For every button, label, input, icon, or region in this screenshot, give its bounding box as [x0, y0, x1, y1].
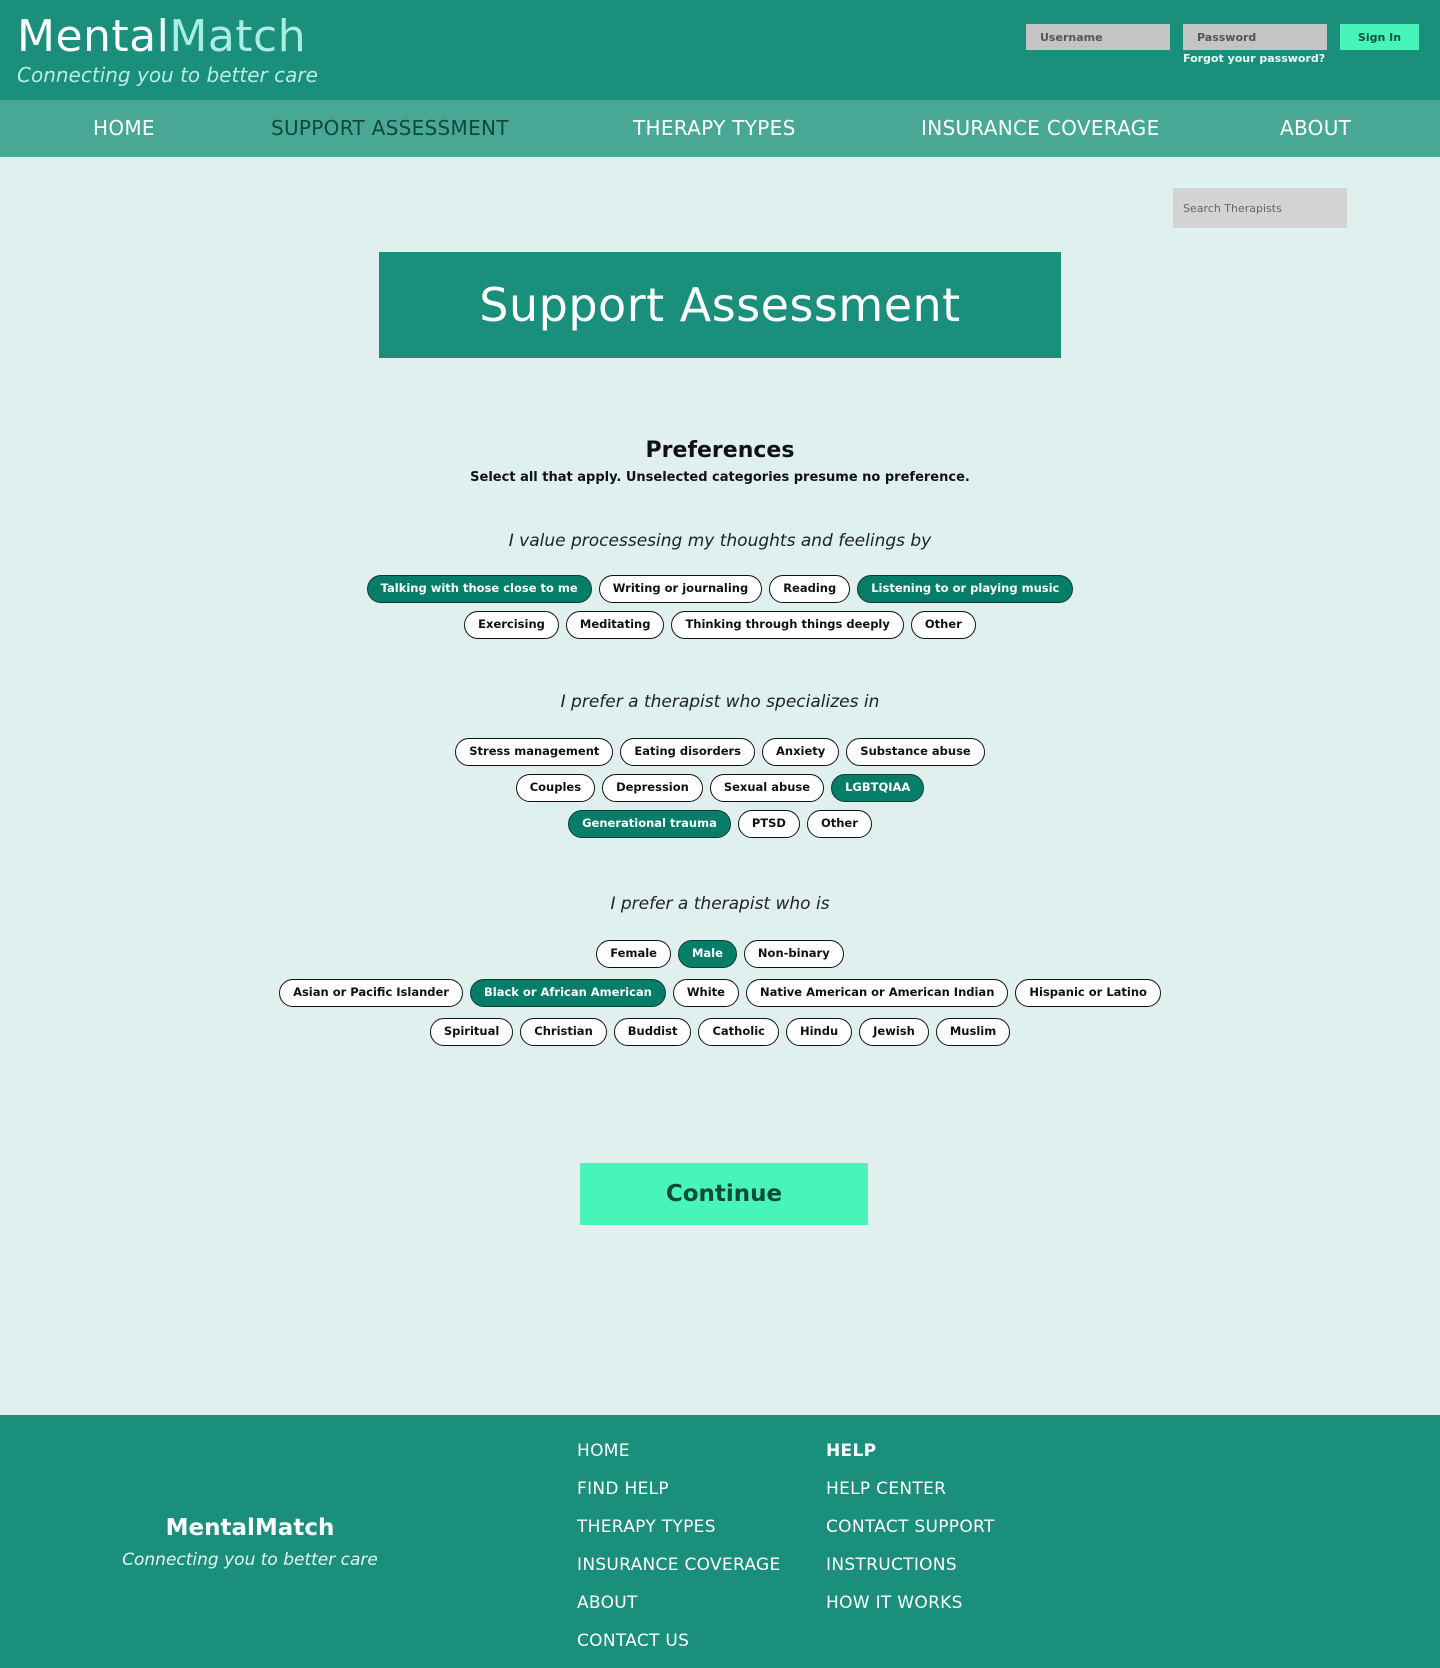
- option-chip-substance-abuse[interactable]: Substance abuse: [846, 738, 985, 766]
- option-chip-buddist[interactable]: Buddist: [613, 1018, 692, 1046]
- option-chip-spiritual[interactable]: Spiritual: [429, 1018, 514, 1046]
- chip-row: Generational trauma PTSD Other: [0, 810, 1440, 838]
- top-header: MentalMatch Connecting you to better car…: [0, 0, 1440, 100]
- option-chip-male[interactable]: Male: [677, 940, 737, 968]
- forgot-password-link[interactable]: Forgot your password?: [1183, 52, 1325, 65]
- option-chip-christian[interactable]: Christian: [520, 1018, 607, 1046]
- footer-link-contact-us[interactable]: CONTACT US: [577, 1631, 689, 1651]
- preferences-heading: Preferences: [645, 438, 795, 463]
- footer-link-therapy-types[interactable]: THERAPY TYPES: [577, 1517, 716, 1537]
- brand-name-part1: Mental: [17, 11, 170, 62]
- chip-row: Spiritual Christian Buddist Catholic Hindu Je…: [0, 1018, 1440, 1046]
- chip-row: Talking with those close to me Writing or…: [0, 575, 1440, 603]
- option-chip-asian-or-pacific-islander[interactable]: Asian or Pacific Islander: [279, 979, 463, 1007]
- nav-home[interactable]: HOME: [93, 100, 155, 157]
- footer-link-contact-support[interactable]: CONTACT SUPPORT: [826, 1517, 995, 1537]
- option-chip-anxiety[interactable]: Anxiety: [762, 738, 840, 766]
- option-chip-eating-disorders[interactable]: Eating disorders: [620, 738, 756, 766]
- option-chip-thinking-through-things-deeply[interactable]: Thinking through things deeply: [671, 611, 904, 639]
- footer-link-how-it-works[interactable]: HOW IT WORKS: [826, 1593, 963, 1613]
- continue-button[interactable]: Continue: [580, 1163, 868, 1225]
- sign-in-button[interactable]: Sign In: [1340, 24, 1419, 50]
- option-chip-talking-with-those-close-to-me[interactable]: Talking with those close to me: [366, 575, 592, 603]
- footer-link-find-help[interactable]: FIND HELP: [577, 1479, 669, 1499]
- nav-support-assessment[interactable]: SUPPORT ASSESSMENT: [271, 100, 509, 157]
- option-chip-exercising[interactable]: Exercising: [464, 611, 559, 639]
- chip-row: Stress management Eating disorders Anxiety…: [0, 738, 1440, 766]
- nav-about[interactable]: ABOUT: [1280, 100, 1351, 157]
- nav-therapy-types[interactable]: THERAPY TYPES: [633, 100, 796, 157]
- option-chip-writing-or-journaling[interactable]: Writing or journaling: [598, 575, 763, 603]
- question-processing-label: I value processesing my thoughts and fee…: [508, 531, 932, 551]
- option-chip-lgbtqiaa[interactable]: LGBTQIAA: [831, 774, 925, 802]
- footer-link-about[interactable]: ABOUT: [577, 1593, 638, 1613]
- username-input[interactable]: [1026, 24, 1170, 50]
- option-chip-hispanic-or-latino[interactable]: Hispanic or Latino: [1015, 979, 1161, 1007]
- option-chip-black-or-african-american[interactable]: Black or African American: [469, 979, 666, 1007]
- chip-row: Female Male Non-binary: [0, 940, 1440, 968]
- footer-link-instructions[interactable]: INSTRUCTIONS: [826, 1555, 957, 1575]
- brand-name: MentalMatch: [17, 8, 318, 66]
- chip-row: Asian or Pacific Islander Black or Africa…: [0, 979, 1440, 1007]
- option-chip-hindu[interactable]: Hindu: [785, 1018, 853, 1046]
- option-chip-catholic[interactable]: Catholic: [698, 1018, 779, 1046]
- option-chip-depression[interactable]: Depression: [602, 774, 703, 802]
- question-specialty-label: I prefer a therapist who specializes in: [560, 692, 880, 712]
- footer-help-heading: HELP: [826, 1441, 877, 1461]
- option-chip-other[interactable]: Other: [806, 810, 872, 838]
- page-title-banner: Support Assessment: [379, 252, 1061, 358]
- option-chip-couples[interactable]: Couples: [515, 774, 596, 802]
- option-chip-listening-to-or-playing-music[interactable]: Listening to or playing music: [857, 575, 1074, 603]
- footer-tagline: Connecting you to better care: [122, 1550, 378, 1570]
- brand-tagline: Connecting you to better care: [17, 63, 318, 87]
- option-chip-meditating[interactable]: Meditating: [565, 611, 665, 639]
- question-identity-label: I prefer a therapist who is: [610, 894, 830, 914]
- chip-row: Couples Depression Sexual abuse LGBTQIAA: [0, 774, 1440, 802]
- option-chip-other[interactable]: Other: [910, 611, 976, 639]
- nav-insurance-coverage[interactable]: INSURANCE COVERAGE: [921, 100, 1160, 157]
- brand-logo[interactable]: MentalMatch Connecting you to better car…: [17, 8, 318, 88]
- option-chip-non-binary[interactable]: Non-binary: [743, 940, 844, 968]
- option-chip-female[interactable]: Female: [596, 940, 671, 968]
- footer-link-home[interactable]: HOME: [577, 1441, 630, 1461]
- brand-name-part2: Match: [169, 11, 307, 62]
- page-title: Support Assessment: [479, 278, 961, 332]
- option-chip-ptsd[interactable]: PTSD: [737, 810, 800, 838]
- option-chip-white[interactable]: White: [672, 979, 739, 1007]
- password-input[interactable]: [1183, 24, 1327, 50]
- option-chip-jewish[interactable]: Jewish: [859, 1018, 929, 1046]
- main-nav: HOME SUPPORT ASSESSMENT THERAPY TYPES IN…: [0, 100, 1440, 157]
- option-chip-reading[interactable]: Reading: [769, 575, 851, 603]
- footer: [0, 1415, 1440, 1668]
- search-therapists-input[interactable]: [1173, 188, 1347, 228]
- preferences-subtitle: Select all that apply. Unselected catego…: [470, 470, 970, 485]
- option-chip-sexual-abuse[interactable]: Sexual abuse: [709, 774, 825, 802]
- footer-brand[interactable]: MentalMatch: [0, 1515, 500, 1541]
- option-chip-stress-management[interactable]: Stress management: [455, 738, 614, 766]
- chip-row: Exercising Meditating Thinking through thi…: [0, 611, 1440, 639]
- footer-link-help-center[interactable]: HELP CENTER: [826, 1479, 946, 1499]
- option-chip-generational-trauma[interactable]: Generational trauma: [568, 810, 731, 838]
- option-chip-native-american-or-american-indian[interactable]: Native American or American Indian: [745, 979, 1009, 1007]
- footer-link-insurance-coverage[interactable]: INSURANCE COVERAGE: [577, 1555, 781, 1575]
- option-chip-muslim[interactable]: Muslim: [935, 1018, 1011, 1046]
